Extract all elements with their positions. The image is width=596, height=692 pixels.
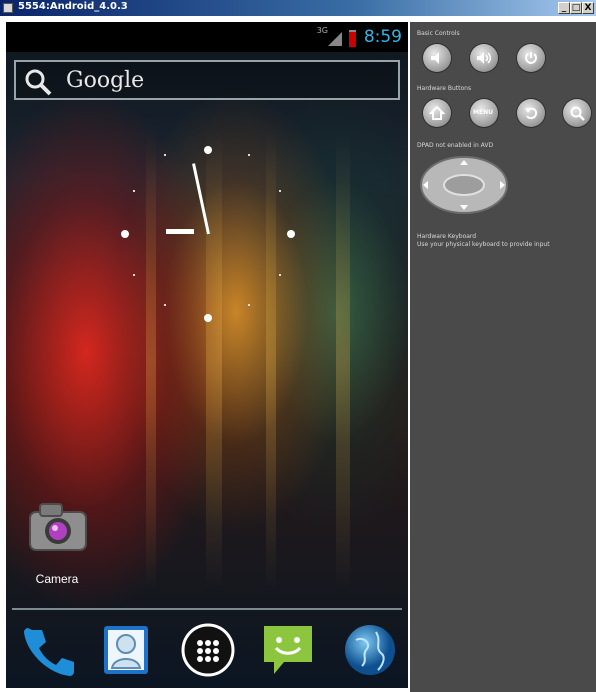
network-type: 3G <box>316 26 328 35</box>
menu-button[interactable]: MENU <box>470 99 498 127</box>
emulator-window: 5554:Android_4.0.3 _ □ X 3G 8:59 Google <box>0 0 596 692</box>
maximize-button[interactable]: □ <box>570 2 582 14</box>
window-title: 5554:Android_4.0.3 <box>18 1 128 12</box>
app-icon <box>3 3 13 13</box>
camera-label: Camera <box>35 572 79 586</box>
hardware-buttons-heading: Hardware Buttons <box>417 85 472 92</box>
back-button[interactable] <box>517 99 545 127</box>
search-label: Google <box>66 68 145 93</box>
google-search-bar[interactable]: Google <box>14 60 400 100</box>
keyboard-heading: Hardware Keyboard <box>417 233 477 240</box>
status-clock: 8:59 <box>363 27 402 47</box>
close-button[interactable]: X <box>582 2 594 14</box>
contacts-icon[interactable] <box>98 622 154 678</box>
camera-icon[interactable] <box>28 500 88 554</box>
volume-down-button[interactable] <box>423 44 451 72</box>
browser-icon[interactable] <box>342 622 398 678</box>
dpad-control[interactable] <box>420 156 508 214</box>
basic-controls-heading: Basic Controls <box>417 30 460 37</box>
power-button[interactable] <box>517 44 545 72</box>
dpad-heading: DPAD not enabled in AVD <box>417 142 494 149</box>
search-icon <box>25 69 52 96</box>
device-screen[interactable]: 3G 8:59 Google Camera <box>6 22 408 688</box>
keyboard-description: Use your physical keyboard to provide in… <box>417 241 550 248</box>
battery-icon <box>349 30 356 47</box>
home-button[interactable] <box>423 99 451 127</box>
volume-up-button[interactable] <box>470 44 498 72</box>
hour-hand <box>166 229 194 234</box>
messaging-icon[interactable] <box>260 622 316 678</box>
title-bar[interactable]: 5554:Android_4.0.3 _ □ X <box>0 0 596 16</box>
search-button[interactable] <box>563 99 591 127</box>
status-bar: 3G 8:59 <box>6 22 408 52</box>
app-drawer-icon[interactable] <box>180 622 236 678</box>
analog-clock-widget[interactable] <box>111 142 301 332</box>
minimize-button[interactable]: _ <box>558 2 570 14</box>
phone-icon[interactable] <box>20 622 76 678</box>
dock-divider <box>12 608 402 610</box>
signal-icon <box>328 32 342 46</box>
menu-button-label: MENU <box>473 109 493 116</box>
keyboard-info: Hardware Keyboard Use your physical keyb… <box>417 233 593 249</box>
minute-hand <box>192 163 210 235</box>
emulator-controls-panel: Basic Controls Hardware Buttons MENU DPA… <box>410 22 596 692</box>
